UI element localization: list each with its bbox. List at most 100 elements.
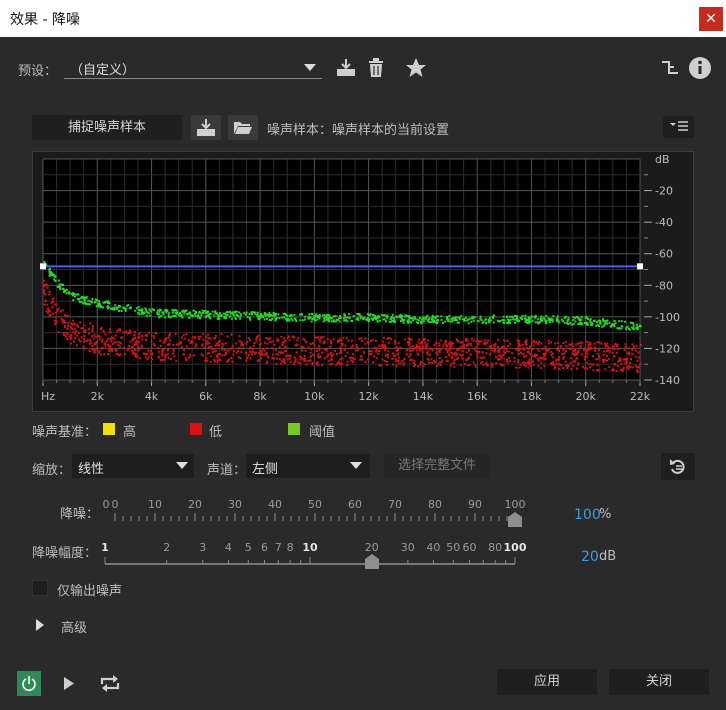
- expand-triangle-icon[interactable]: [35, 619, 45, 631]
- noise-reduction-slider-thumb[interactable]: [507, 512, 523, 532]
- channel-dropdown[interactable]: 左侧: [246, 454, 370, 478]
- threshold-point: [376, 317, 379, 320]
- low-noise-point: [625, 360, 628, 363]
- noise-reduction-tick-label: 100: [504, 498, 526, 511]
- low-noise-point: [249, 346, 252, 349]
- threshold-point: [205, 311, 208, 314]
- noise-reduction-value[interactable]: 100: [574, 507, 601, 523]
- low-noise-point: [321, 364, 324, 367]
- low-noise-point: [309, 342, 312, 345]
- low-noise-point: [122, 331, 125, 334]
- threshold-point: [97, 303, 100, 306]
- threshold-point: [484, 321, 487, 324]
- low-noise-point: [483, 343, 486, 346]
- low-noise-point: [70, 322, 73, 325]
- low-noise-point: [265, 352, 268, 355]
- graph-menu-button[interactable]: [663, 116, 694, 138]
- low-noise-point: [397, 348, 400, 351]
- low-noise-point: [70, 342, 73, 345]
- low-noise-point: [427, 349, 430, 352]
- low-noise-point: [355, 344, 358, 347]
- output-noise-only-label: 仅输出噪声: [57, 584, 123, 599]
- low-noise-point: [51, 306, 54, 309]
- low-noise-point: [46, 303, 49, 306]
- low-noise-point: [244, 351, 247, 354]
- threshold-handle-right[interactable]: [637, 263, 643, 270]
- low-noise-point: [519, 364, 522, 367]
- low-noise-point: [266, 342, 269, 345]
- threshold-point: [43, 260, 46, 263]
- threshold-point: [194, 314, 197, 317]
- low-noise-point: [43, 285, 46, 288]
- noise-graph[interactable]: dB -20 -40 -60 -80 -100 -120 -140 Hz 2k 4k 6k 8k 10k 1…: [32, 151, 694, 412]
- low-noise-point: [448, 347, 451, 350]
- play-icon[interactable]: [63, 677, 75, 690]
- reduce-by-value[interactable]: 20: [581, 549, 599, 565]
- advanced-label[interactable]: 高级: [61, 617, 87, 636]
- threshold-point: [540, 315, 543, 318]
- low-noise-point: [526, 350, 529, 353]
- menu-icon: [670, 121, 688, 131]
- threshold-point: [370, 317, 373, 320]
- low-noise-point: [438, 342, 441, 345]
- low-noise-point: [188, 347, 191, 350]
- threshold-point: [87, 299, 90, 302]
- low-noise-point: [144, 356, 147, 359]
- low-noise-point: [70, 334, 73, 337]
- output-noise-only-checkbox[interactable]: [32, 580, 48, 596]
- threshold-point: [85, 296, 88, 299]
- threshold-point: [134, 309, 137, 312]
- threshold-point: [99, 304, 102, 307]
- noise-graph-svg[interactable]: dB -20 -40 -60 -80 -100 -120 -140 Hz 2k 4k 6k 8k 10k 1…: [33, 152, 695, 413]
- select-entire-file-button[interactable]: 选择完整文件: [384, 454, 490, 478]
- low-noise-point: [527, 347, 530, 350]
- low-noise-point: [570, 367, 573, 370]
- threshold-point: [124, 309, 127, 312]
- threshold-point: [259, 315, 262, 318]
- low-noise-point: [587, 344, 590, 347]
- threshold-point: [506, 315, 509, 318]
- x-tick-label: 20k: [576, 390, 597, 403]
- low-noise-point: [498, 349, 501, 352]
- threshold-point: [359, 316, 362, 319]
- low-noise-point: [383, 349, 386, 352]
- routing-icon[interactable]: [661, 59, 679, 77]
- info-icon[interactable]: [688, 56, 712, 80]
- delete-preset-icon[interactable]: [367, 58, 385, 78]
- low-noise-point: [213, 358, 216, 361]
- low-noise-point: [172, 343, 175, 346]
- threshold-point: [291, 319, 294, 322]
- low-noise-point: [52, 297, 55, 300]
- low-noise-point: [167, 356, 170, 359]
- reset-graph-button[interactable]: [661, 453, 695, 480]
- capture-noise-print-button[interactable]: 捕捉噪声样本: [32, 115, 182, 140]
- low-noise-point: [125, 331, 128, 334]
- apply-button[interactable]: 应用: [497, 669, 597, 695]
- low-noise-point: [394, 340, 397, 343]
- reduce-by-slider-thumb[interactable]: [364, 554, 380, 574]
- save-noise-print-button[interactable]: [191, 115, 221, 140]
- threshold-point: [94, 300, 97, 303]
- favorite-star-icon[interactable]: [405, 57, 427, 78]
- threshold-point: [327, 320, 330, 323]
- low-noise-point: [146, 358, 149, 361]
- low-noise-point: [597, 348, 600, 351]
- scale-dropdown[interactable]: 线性: [72, 454, 194, 478]
- threshold-point: [576, 315, 579, 318]
- threshold-point: [377, 315, 380, 318]
- low-noise-point: [543, 365, 546, 368]
- loop-icon[interactable]: [100, 675, 120, 692]
- low-noise-point: [443, 342, 446, 345]
- preset-dropdown[interactable]: （自定义）: [64, 56, 322, 79]
- low-noise-point: [382, 336, 385, 339]
- close-window-button[interactable]: ✕: [699, 7, 723, 31]
- low-noise-point: [113, 337, 116, 340]
- save-preset-icon[interactable]: [336, 58, 356, 78]
- threshold-point: [186, 313, 189, 316]
- low-noise-point: [208, 352, 211, 355]
- threshold-handle-left[interactable]: [40, 263, 46, 270]
- close-button[interactable]: 关闭: [609, 669, 709, 695]
- open-noise-print-button[interactable]: [228, 115, 258, 140]
- noise-floor-label: 噪声基准：: [32, 425, 98, 440]
- power-toggle-button[interactable]: [17, 671, 41, 696]
